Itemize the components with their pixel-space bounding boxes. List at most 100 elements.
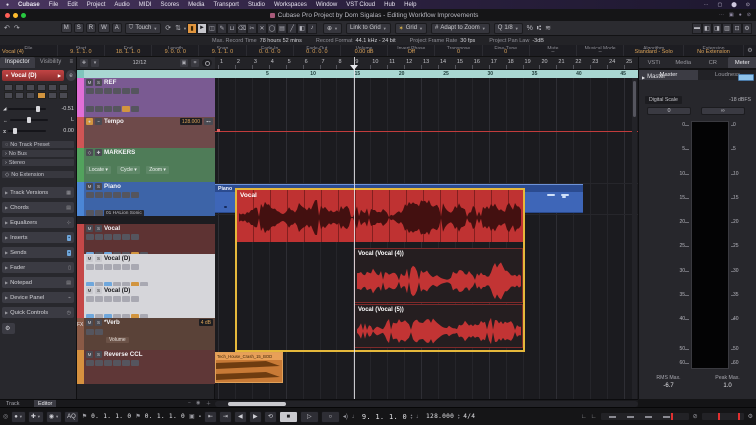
lane-button[interactable] [131,360,139,366]
lock-button[interactable] [113,106,121,112]
line-tool[interactable]: ╱ [287,22,298,34]
write-button[interactable] [95,329,103,335]
tempo-curve-button[interactable]: ~ [95,118,102,125]
mute-button[interactable]: M [86,183,93,190]
meter-config-button[interactable] [738,73,754,81]
freeze-button[interactable] [4,92,13,99]
apple-logo-icon[interactable]: ● [6,2,9,8]
listen-button[interactable] [59,92,68,99]
menu-item-project[interactable]: Project [87,2,106,8]
go-to-previous-marker-button[interactable]: ⇤ [203,410,217,423]
global-write-button[interactable]: W [98,23,110,33]
menu-item-workspaces[interactable]: Workspaces [274,2,307,8]
monitor-button[interactable] [95,264,103,270]
info-field-start[interactable]: Start 9. 1. 1. 0 [58,45,105,56]
output-routing-row[interactable]: › Stereo [2,159,74,166]
global-mute-button[interactable]: M [60,23,72,33]
tempo-value-badge[interactable]: 128.000 [179,118,202,125]
keyboard-icon[interactable]: ⌗ [190,59,199,67]
read-button[interactable] [104,264,112,270]
status-record-icon[interactable]: ⬤ [731,2,737,8]
solo-button[interactable]: S [95,225,102,232]
write-button[interactable] [113,296,121,302]
monitor-button[interactable] [95,192,103,198]
search-track-icon[interactable] [201,59,212,67]
audio-quantize-button[interactable]: AQ [64,410,79,423]
scrollbar-thumb[interactable] [633,81,636,117]
delay-slider[interactable] [8,128,47,134]
monitor-button[interactable] [95,296,103,302]
monitor-button[interactable] [48,84,57,91]
meter-zero-button[interactable]: 0 [647,107,691,115]
write-button[interactable] [113,192,121,198]
menu-item-studio[interactable]: Studio [248,2,265,8]
section-chords[interactable]: ▶ Chords ▤ [2,202,74,213]
volume-slider-knob[interactable] [36,106,41,112]
mute-tool[interactable]: ✕ [257,22,268,34]
add-track-icon[interactable]: ✚ [80,59,88,67]
event-display[interactable]: Piano Vocal Vocal (Vocal (4)) Vocal (Voc… [215,57,638,399]
info-field-fade-in[interactable]: Fade-In 0. 0. 0. 0 [247,45,294,56]
freeze-button[interactable] [122,264,130,270]
tab-meter[interactable]: Meter [727,57,756,68]
metronome-icon[interactable]: ♩ [352,414,358,420]
track-row-vocal-d-2[interactable]: M S Vocal (D) [77,286,215,318]
lane-button[interactable] [15,92,24,99]
write-button[interactable] [113,360,121,366]
lane-button[interactable] [131,264,139,270]
tempo-spinner[interactable]: ▲ ▼ [457,413,460,420]
menu-item-transport[interactable]: Transport [213,2,238,8]
tab-cr[interactable]: CR [698,57,728,68]
info-field-fine-tune[interactable]: Fine-Tune 0 [483,45,530,56]
sync-icon[interactable]: ⇅ [175,24,181,32]
info-field-invert-phase[interactable]: Invert Phase Off [388,45,436,56]
solo-button[interactable]: S [95,351,102,358]
pan-slider-knob[interactable] [26,117,31,123]
mute-button[interactable] [4,84,13,91]
redo-icon[interactable]: ↷ [14,24,20,32]
time-signature-display[interactable]: 4/4 [463,413,475,420]
comp-tool[interactable]: ▤ [277,22,288,34]
track-row-piano[interactable]: M S Piano 01 HALion Sonic [77,182,215,216]
solo-button[interactable]: S [95,287,102,294]
undo-icon[interactable]: ↶ [4,24,10,32]
ruler-track-row[interactable]: Seconds [77,70,215,78]
status-display-icon[interactable]: ▢ [717,2,722,8]
in-routing-button[interactable] [86,106,94,112]
punch-out-position[interactable]: 0. 1. 1. 0 [145,413,185,420]
draw-tool[interactable]: ✎ [217,22,228,34]
inspector-track-header[interactable]: ▼ Vocal (D) ▶ [2,70,64,81]
info-field-transpose[interactable]: Transpose 0 [435,45,483,56]
info-field-file[interactable]: File Vocal (4) [0,45,58,56]
master-row[interactable]: ▶ Master [642,72,754,82]
more-icon[interactable]: ⋯ [719,12,724,18]
tempo-curve-line[interactable] [215,131,638,132]
go-to-next-marker-button[interactable]: ⇥ [218,410,232,423]
bar-ruler[interactable]: 1 2 3 4 5 6 7 8 9 10 11 12 13 14 15 16 17 18 19 20 21 22 23 24 2… [215,57,638,70]
zoom-out-icon[interactable]: − [188,400,191,406]
lane-button[interactable] [131,192,139,198]
meter-hold-button[interactable]: ∞ [701,107,745,115]
midi-keyboard-icon[interactable]: ◎ [3,413,8,420]
record-enable-button[interactable] [86,234,94,240]
read-button[interactable] [86,329,94,335]
play-button[interactable]: ▷ [299,410,319,423]
track-row-tempo[interactable]: ● ~ Tempo 128.000 ⊷ [77,117,215,148]
track-row-markers[interactable]: ◇ ✚ MARKERS Locate ▾ Cycle ▾ Zoom ▾ [77,148,215,182]
link-to-grid-combo[interactable]: Link to Grid ▼ [346,22,391,34]
tempo-curve-node[interactable] [217,129,220,132]
stop-button[interactable]: ■ [278,410,298,423]
section-notepad[interactable]: ▶ Notepad ▤ [2,277,74,288]
section-fader[interactable]: ▶ Fader ▯ [2,262,74,273]
info-field-extension[interactable]: Extension No Extension [684,45,744,56]
info-line-setup-gear-icon[interactable]: ⚙ [744,45,756,56]
punch-in-flag-icon[interactable]: ⚑ [82,413,87,420]
solo-button[interactable]: S [95,79,102,86]
scrollbar-thumb[interactable] [228,402,286,406]
freeze-button[interactable] [122,234,130,240]
menu-item-scores[interactable]: Scores [160,2,179,8]
mute-button[interactable]: M [86,225,93,232]
play-tool[interactable]: ◧ [297,22,308,34]
forward-button[interactable]: ▶ [248,410,262,423]
musical-mode-button[interactable] [37,92,46,99]
